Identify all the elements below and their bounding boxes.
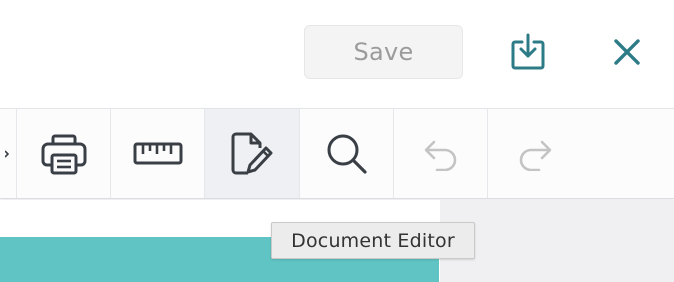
download-icon [511, 33, 545, 70]
print-button[interactable] [17, 109, 110, 198]
undo-icon [424, 140, 456, 171]
header-bar: Save [0, 0, 674, 108]
redo-icon [519, 140, 551, 171]
document-editor-button[interactable] [205, 109, 299, 198]
printer-icon [41, 134, 86, 174]
ruler-icon [133, 142, 182, 164]
close-icon [614, 39, 640, 65]
document-edit-icon [231, 132, 273, 174]
undo-button[interactable] [394, 109, 487, 198]
tooltip: Document Editor [271, 222, 475, 259]
ruler-button[interactable] [111, 109, 204, 198]
save-button[interactable]: Save [304, 25, 463, 79]
download-button[interactable] [502, 26, 554, 78]
search-icon [327, 134, 367, 174]
close-button[interactable] [603, 28, 651, 76]
search-button[interactable] [300, 109, 393, 198]
redo-button[interactable] [488, 109, 581, 198]
toolbar [0, 108, 674, 199]
toolbar-more-button[interactable] [0, 109, 16, 198]
chevron-right-icon [5, 149, 10, 158]
